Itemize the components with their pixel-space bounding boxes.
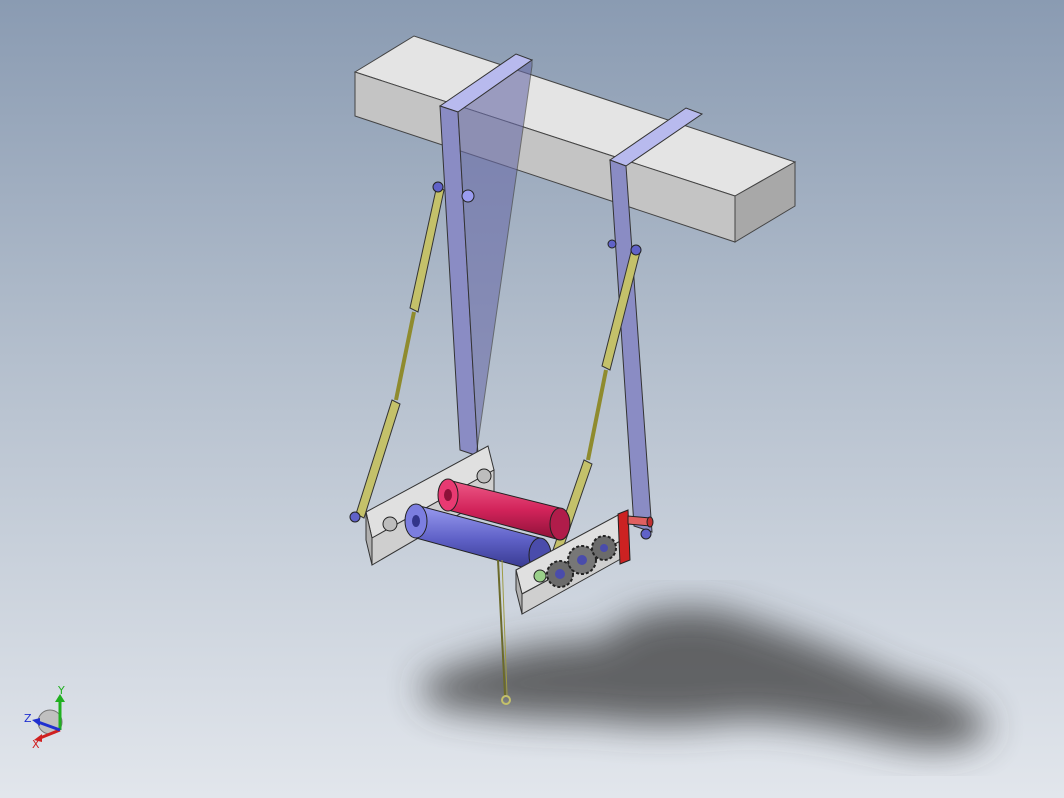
triad-y-label: Y [57, 684, 65, 697]
orientation-triad[interactable]: Y X Z [20, 682, 80, 752]
crank-handle[interactable] [617, 509, 654, 565]
triad-z-arrow [32, 718, 40, 726]
triad-x-label: X [32, 738, 40, 751]
ground-shadow [420, 608, 990, 748]
graphics-viewport[interactable]: Y X Z [0, 0, 1064, 798]
model-scene[interactable] [0, 0, 1064, 798]
overhead-beam[interactable] [353, 35, 797, 243]
triad-z-label: Z [24, 712, 32, 725]
left-frame-bar[interactable] [438, 53, 534, 457]
